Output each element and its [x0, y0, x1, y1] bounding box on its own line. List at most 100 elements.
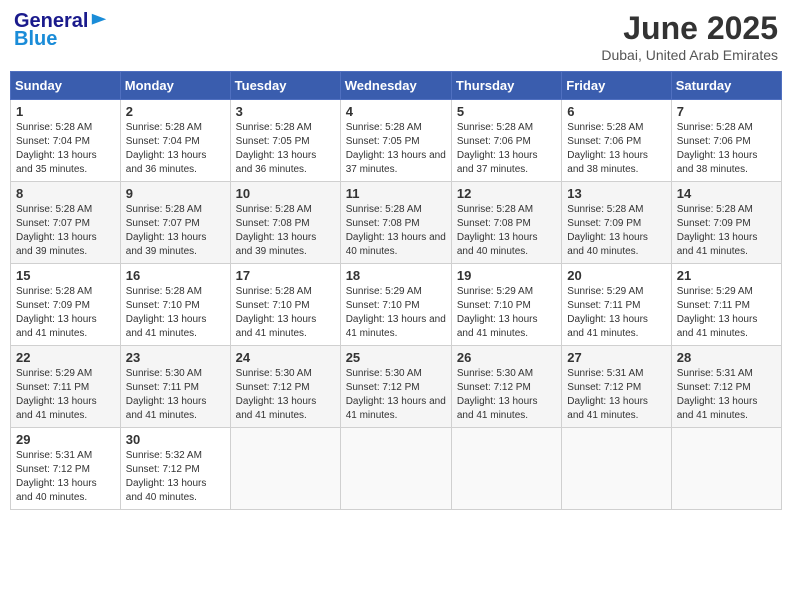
header-friday: Friday: [562, 72, 671, 100]
month-title: June 2025: [601, 10, 778, 47]
day-cell-18: 18 Sunrise: 5:29 AM Sunset: 7:10 PM Dayl…: [340, 264, 451, 346]
day-info: Sunrise: 5:28 AM Sunset: 7:06 PM Dayligh…: [457, 121, 556, 177]
day-cell-21: 21 Sunrise: 5:29 AM Sunset: 7:11 PM Dayl…: [671, 264, 781, 346]
title-area: June 2025 Dubai, United Arab Emirates: [601, 10, 778, 63]
day-number: 15: [16, 268, 115, 283]
day-info: Sunrise: 5:28 AM Sunset: 7:07 PM Dayligh…: [126, 203, 225, 259]
day-cell-13: 13 Sunrise: 5:28 AM Sunset: 7:09 PM Dayl…: [562, 182, 671, 264]
day-cell-28: 28 Sunrise: 5:31 AM Sunset: 7:12 PM Dayl…: [671, 346, 781, 428]
day-number: 3: [236, 104, 335, 119]
day-info: Sunrise: 5:28 AM Sunset: 7:05 PM Dayligh…: [346, 121, 446, 177]
day-number: 24: [236, 350, 335, 365]
day-number: 30: [126, 432, 225, 447]
logo: General Blue: [14, 10, 108, 51]
empty-cell: [451, 428, 561, 510]
day-cell-26: 26 Sunrise: 5:30 AM Sunset: 7:12 PM Dayl…: [451, 346, 561, 428]
day-info: Sunrise: 5:29 AM Sunset: 7:10 PM Dayligh…: [346, 285, 446, 341]
weekday-header-row: SundayMondayTuesdayWednesdayThursdayFrid…: [11, 72, 782, 100]
day-number: 22: [16, 350, 115, 365]
day-info: Sunrise: 5:28 AM Sunset: 7:07 PM Dayligh…: [16, 203, 115, 259]
logo-flag-icon: [90, 12, 108, 30]
day-cell-2: 2 Sunrise: 5:28 AM Sunset: 7:04 PM Dayli…: [120, 100, 230, 182]
day-cell-15: 15 Sunrise: 5:28 AM Sunset: 7:09 PM Dayl…: [11, 264, 121, 346]
day-info: Sunrise: 5:29 AM Sunset: 7:11 PM Dayligh…: [677, 285, 776, 341]
day-number: 26: [457, 350, 556, 365]
day-number: 2: [126, 104, 225, 119]
day-number: 28: [677, 350, 776, 365]
week-row-1: 1 Sunrise: 5:28 AM Sunset: 7:04 PM Dayli…: [11, 100, 782, 182]
day-cell-22: 22 Sunrise: 5:29 AM Sunset: 7:11 PM Dayl…: [11, 346, 121, 428]
day-info: Sunrise: 5:30 AM Sunset: 7:12 PM Dayligh…: [457, 367, 556, 423]
day-number: 29: [16, 432, 115, 447]
day-cell-25: 25 Sunrise: 5:30 AM Sunset: 7:12 PM Dayl…: [340, 346, 451, 428]
day-info: Sunrise: 5:28 AM Sunset: 7:09 PM Dayligh…: [677, 203, 776, 259]
day-info: Sunrise: 5:28 AM Sunset: 7:06 PM Dayligh…: [677, 121, 776, 177]
day-number: 6: [567, 104, 665, 119]
day-info: Sunrise: 5:28 AM Sunset: 7:08 PM Dayligh…: [457, 203, 556, 259]
header-thursday: Thursday: [451, 72, 561, 100]
day-number: 13: [567, 186, 665, 201]
page-header: General Blue June 2025 Dubai, United Ara…: [10, 10, 782, 63]
day-number: 1: [16, 104, 115, 119]
day-number: 16: [126, 268, 225, 283]
day-cell-6: 6 Sunrise: 5:28 AM Sunset: 7:06 PM Dayli…: [562, 100, 671, 182]
day-number: 18: [346, 268, 446, 283]
day-cell-4: 4 Sunrise: 5:28 AM Sunset: 7:05 PM Dayli…: [340, 100, 451, 182]
day-info: Sunrise: 5:30 AM Sunset: 7:12 PM Dayligh…: [236, 367, 335, 423]
day-number: 20: [567, 268, 665, 283]
day-info: Sunrise: 5:28 AM Sunset: 7:06 PM Dayligh…: [567, 121, 665, 177]
day-info: Sunrise: 5:28 AM Sunset: 7:09 PM Dayligh…: [16, 285, 115, 341]
header-sunday: Sunday: [11, 72, 121, 100]
day-number: 7: [677, 104, 776, 119]
day-cell-16: 16 Sunrise: 5:28 AM Sunset: 7:10 PM Dayl…: [120, 264, 230, 346]
day-cell-30: 30 Sunrise: 5:32 AM Sunset: 7:12 PM Dayl…: [120, 428, 230, 510]
day-cell-20: 20 Sunrise: 5:29 AM Sunset: 7:11 PM Dayl…: [562, 264, 671, 346]
day-info: Sunrise: 5:28 AM Sunset: 7:04 PM Dayligh…: [16, 121, 115, 177]
day-info: Sunrise: 5:28 AM Sunset: 7:08 PM Dayligh…: [346, 203, 446, 259]
day-info: Sunrise: 5:30 AM Sunset: 7:12 PM Dayligh…: [346, 367, 446, 423]
week-row-3: 15 Sunrise: 5:28 AM Sunset: 7:09 PM Dayl…: [11, 264, 782, 346]
day-cell-12: 12 Sunrise: 5:28 AM Sunset: 7:08 PM Dayl…: [451, 182, 561, 264]
day-number: 21: [677, 268, 776, 283]
day-cell-14: 14 Sunrise: 5:28 AM Sunset: 7:09 PM Dayl…: [671, 182, 781, 264]
day-cell-5: 5 Sunrise: 5:28 AM Sunset: 7:06 PM Dayli…: [451, 100, 561, 182]
empty-cell: [230, 428, 340, 510]
day-info: Sunrise: 5:31 AM Sunset: 7:12 PM Dayligh…: [567, 367, 665, 423]
day-number: 4: [346, 104, 446, 119]
day-number: 19: [457, 268, 556, 283]
week-row-5: 29 Sunrise: 5:31 AM Sunset: 7:12 PM Dayl…: [11, 428, 782, 510]
day-info: Sunrise: 5:29 AM Sunset: 7:10 PM Dayligh…: [457, 285, 556, 341]
header-monday: Monday: [120, 72, 230, 100]
calendar-table: SundayMondayTuesdayWednesdayThursdayFrid…: [10, 71, 782, 510]
day-cell-1: 1 Sunrise: 5:28 AM Sunset: 7:04 PM Dayli…: [11, 100, 121, 182]
empty-cell: [340, 428, 451, 510]
day-info: Sunrise: 5:30 AM Sunset: 7:11 PM Dayligh…: [126, 367, 225, 423]
day-number: 5: [457, 104, 556, 119]
day-info: Sunrise: 5:29 AM Sunset: 7:11 PM Dayligh…: [16, 367, 115, 423]
day-cell-29: 29 Sunrise: 5:31 AM Sunset: 7:12 PM Dayl…: [11, 428, 121, 510]
day-info: Sunrise: 5:28 AM Sunset: 7:05 PM Dayligh…: [236, 121, 335, 177]
empty-cell: [671, 428, 781, 510]
day-cell-27: 27 Sunrise: 5:31 AM Sunset: 7:12 PM Dayl…: [562, 346, 671, 428]
header-tuesday: Tuesday: [230, 72, 340, 100]
day-info: Sunrise: 5:31 AM Sunset: 7:12 PM Dayligh…: [677, 367, 776, 423]
location-text: Dubai, United Arab Emirates: [601, 47, 778, 63]
day-number: 27: [567, 350, 665, 365]
day-info: Sunrise: 5:28 AM Sunset: 7:04 PM Dayligh…: [126, 121, 225, 177]
day-cell-11: 11 Sunrise: 5:28 AM Sunset: 7:08 PM Dayl…: [340, 182, 451, 264]
week-row-4: 22 Sunrise: 5:29 AM Sunset: 7:11 PM Dayl…: [11, 346, 782, 428]
day-cell-3: 3 Sunrise: 5:28 AM Sunset: 7:05 PM Dayli…: [230, 100, 340, 182]
day-number: 11: [346, 186, 446, 201]
day-info: Sunrise: 5:28 AM Sunset: 7:10 PM Dayligh…: [126, 285, 225, 341]
day-cell-24: 24 Sunrise: 5:30 AM Sunset: 7:12 PM Dayl…: [230, 346, 340, 428]
day-number: 23: [126, 350, 225, 365]
day-info: Sunrise: 5:31 AM Sunset: 7:12 PM Dayligh…: [16, 449, 115, 505]
week-row-2: 8 Sunrise: 5:28 AM Sunset: 7:07 PM Dayli…: [11, 182, 782, 264]
day-cell-10: 10 Sunrise: 5:28 AM Sunset: 7:08 PM Dayl…: [230, 182, 340, 264]
day-cell-9: 9 Sunrise: 5:28 AM Sunset: 7:07 PM Dayli…: [120, 182, 230, 264]
day-info: Sunrise: 5:28 AM Sunset: 7:08 PM Dayligh…: [236, 203, 335, 259]
day-cell-19: 19 Sunrise: 5:29 AM Sunset: 7:10 PM Dayl…: [451, 264, 561, 346]
day-cell-7: 7 Sunrise: 5:28 AM Sunset: 7:06 PM Dayli…: [671, 100, 781, 182]
day-info: Sunrise: 5:32 AM Sunset: 7:12 PM Dayligh…: [126, 449, 225, 505]
day-number: 8: [16, 186, 115, 201]
